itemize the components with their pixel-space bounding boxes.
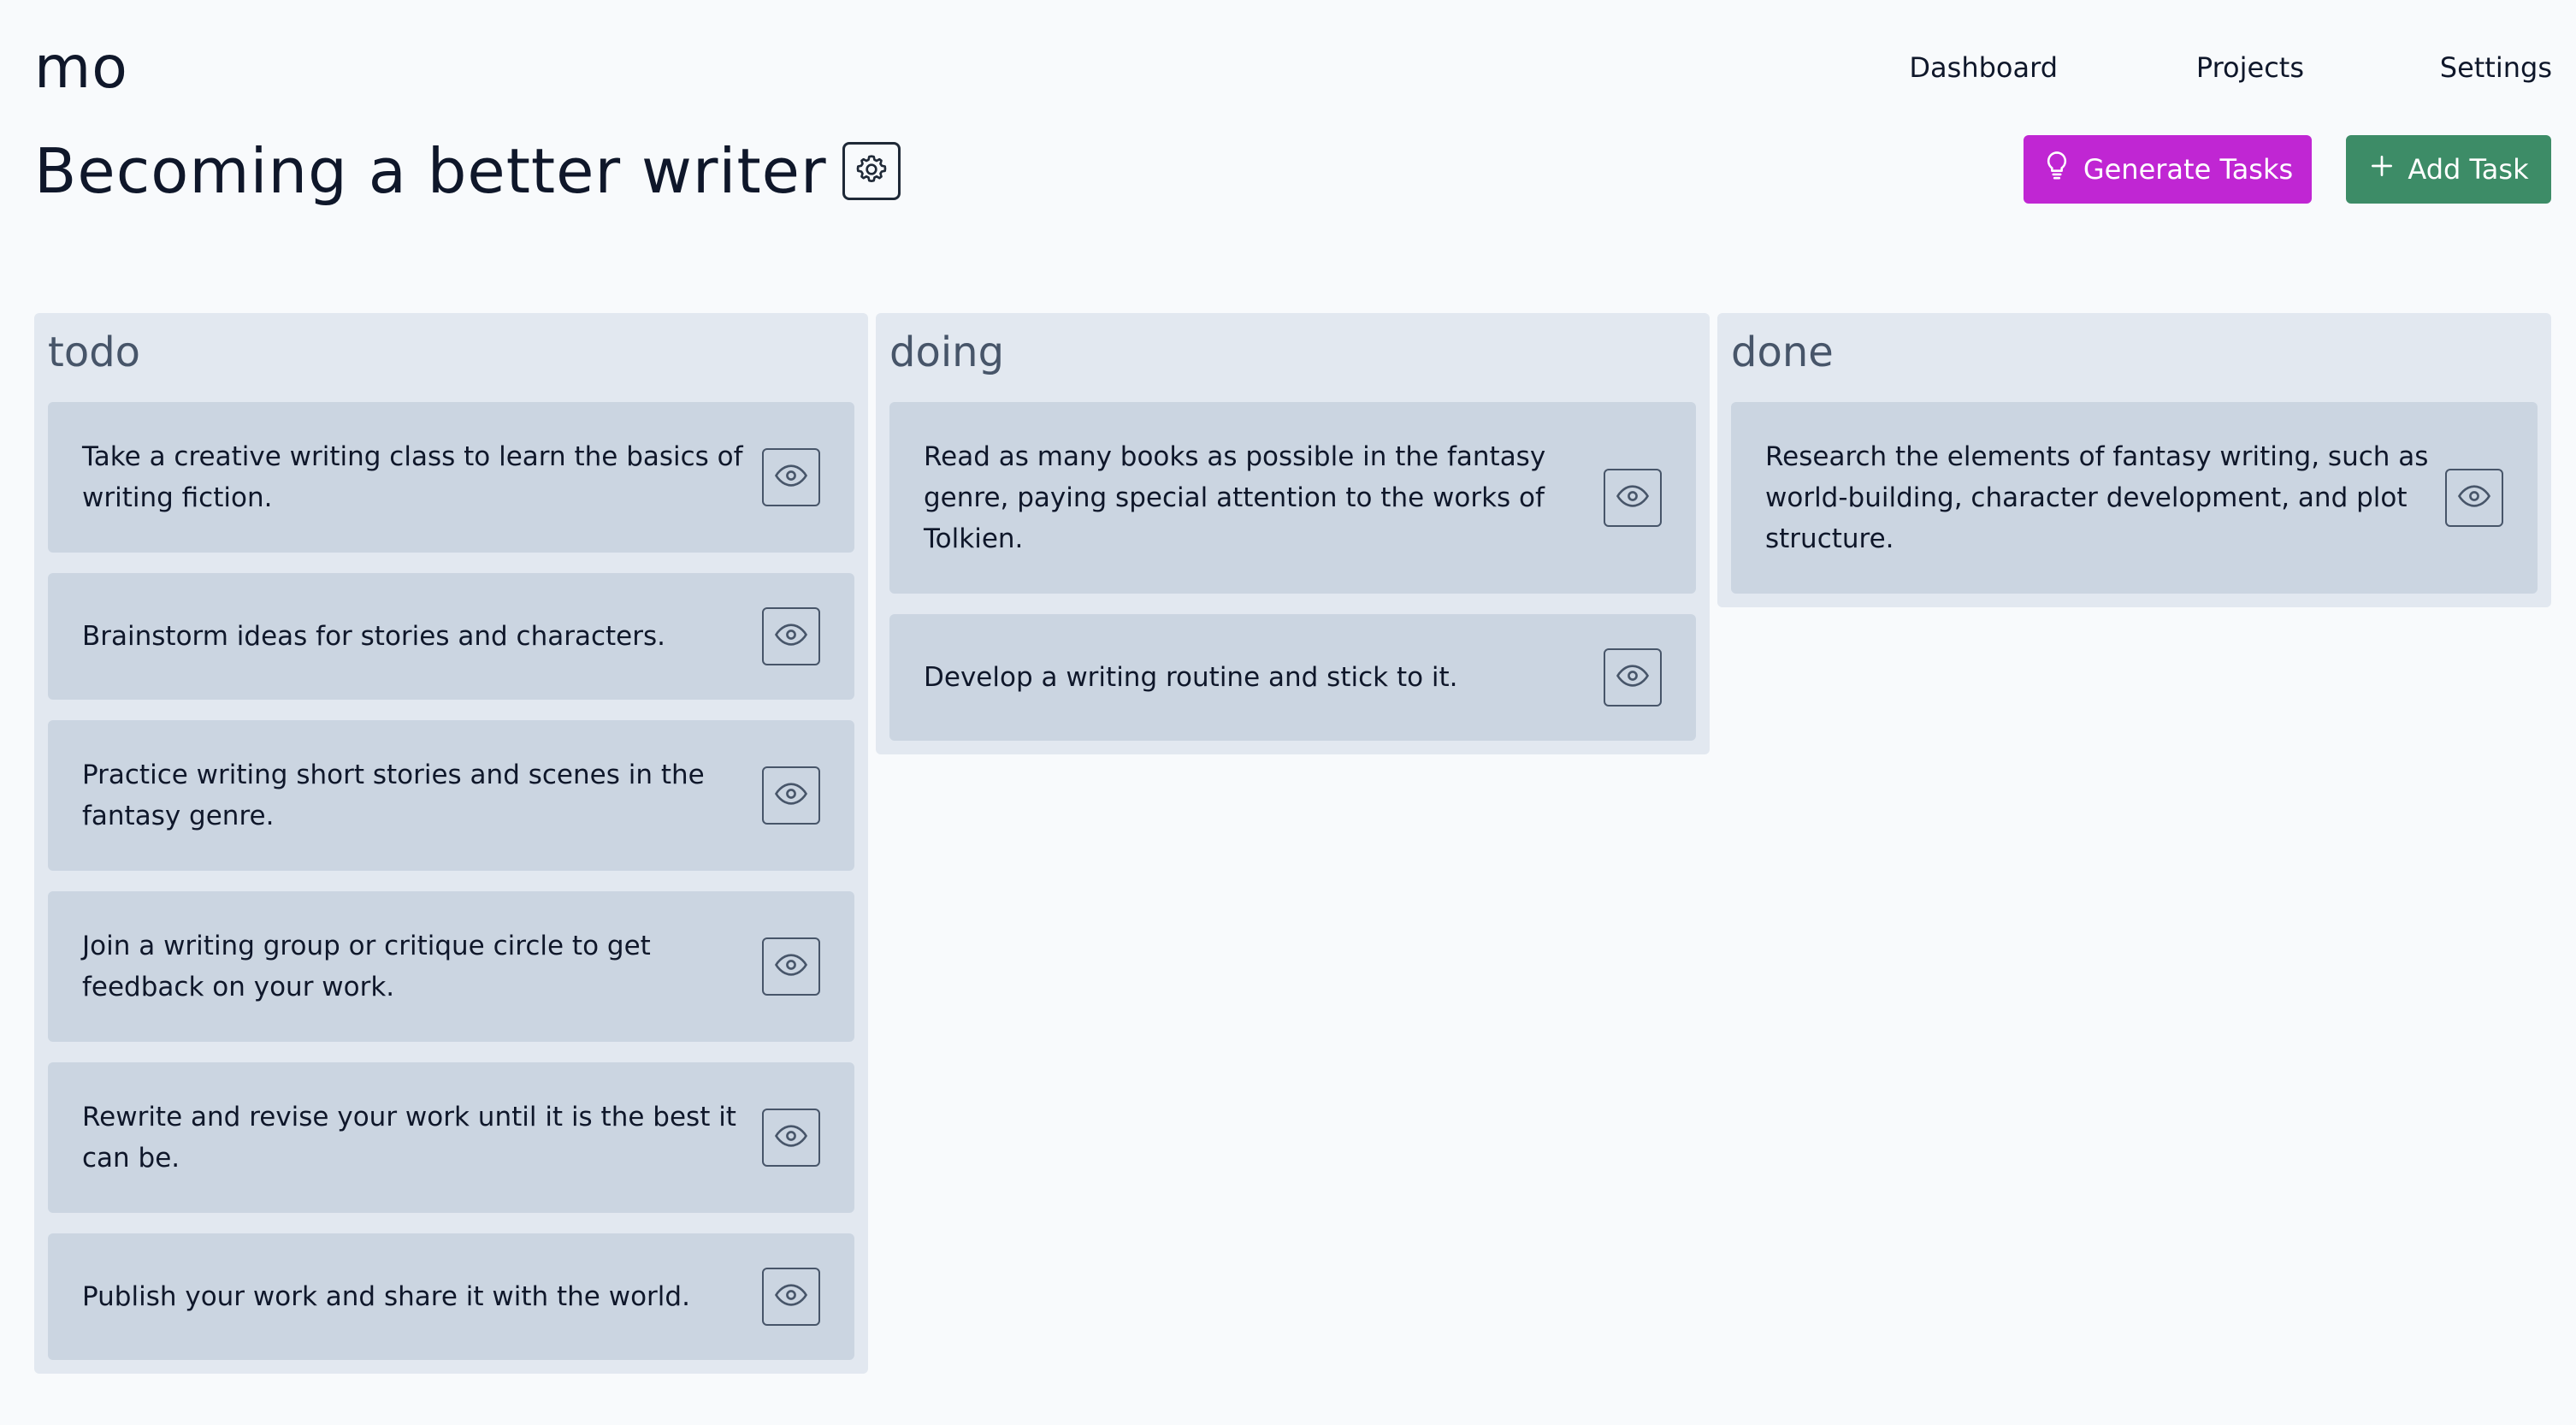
generate-tasks-label: Generate Tasks	[2083, 153, 2294, 186]
task-card[interactable]: Research the elements of fantasy writing…	[1731, 402, 2538, 594]
column-todo: todo Take a creative writing class to le…	[34, 313, 868, 1374]
task-card[interactable]: Rewrite and revise your work until it is…	[48, 1062, 854, 1213]
column-title: todo	[48, 328, 141, 376]
task-text: Take a creative writing class to learn t…	[82, 441, 743, 513]
task-card[interactable]: Take a creative writing class to learn t…	[48, 402, 854, 553]
eye-icon	[773, 776, 809, 815]
task-text: Research the elements of fantasy writing…	[1765, 441, 2429, 554]
column-title: doing	[889, 328, 1005, 376]
view-task-button[interactable]	[762, 937, 820, 996]
nav-projects[interactable]: Projects	[2196, 46, 2304, 89]
column-done: done Research the elements of fantasy wr…	[1717, 313, 2551, 607]
task-text: Publish your work and share it with the …	[82, 1281, 690, 1312]
eye-icon	[773, 947, 809, 986]
view-task-button[interactable]	[2445, 469, 2503, 527]
nav-dashboard[interactable]: Dashboard	[1909, 46, 2058, 89]
column-doing: doing Read as many books as possible in …	[876, 313, 1710, 754]
eye-icon	[1615, 478, 1651, 517]
view-task-button[interactable]	[762, 766, 820, 825]
task-text: Read as many books as possible in the fa…	[924, 441, 1546, 554]
view-task-button[interactable]	[1604, 648, 1662, 707]
task-text: Brainstorm ideas for stories and charact…	[82, 621, 665, 652]
plus-icon	[2368, 152, 2396, 186]
column-title: done	[1731, 328, 1834, 376]
eye-icon	[1615, 658, 1651, 697]
project-settings-button[interactable]	[842, 142, 901, 200]
app-logo[interactable]: mo	[34, 34, 128, 103]
view-task-button[interactable]	[1604, 469, 1662, 527]
gear-icon	[854, 152, 889, 190]
view-task-button[interactable]	[762, 607, 820, 665]
generate-tasks-button[interactable]: Generate Tasks	[2024, 135, 2312, 204]
add-task-label: Add Task	[2408, 153, 2529, 186]
eye-icon	[773, 458, 809, 497]
lightbulb-icon	[2042, 150, 2071, 189]
project-header: Becoming a better writer	[34, 128, 901, 214]
page-title: Becoming a better writer	[34, 135, 827, 207]
eye-icon	[773, 1118, 809, 1157]
add-task-button[interactable]: Add Task	[2346, 135, 2551, 204]
top-bar: mo Dashboard Projects Settings	[0, 0, 2576, 128]
task-text: Join a writing group or critique circle …	[82, 931, 651, 1002]
eye-icon	[2456, 478, 2492, 517]
task-card[interactable]: Read as many books as possible in the fa…	[889, 402, 1696, 594]
view-task-button[interactable]	[762, 448, 820, 506]
nav-settings[interactable]: Settings	[2440, 46, 2552, 89]
task-card[interactable]: Develop a writing routine and stick to i…	[889, 614, 1696, 741]
eye-icon	[773, 1277, 809, 1316]
view-task-button[interactable]	[762, 1268, 820, 1326]
task-card[interactable]: Practice writing short stories and scene…	[48, 720, 854, 871]
task-card[interactable]: Join a writing group or critique circle …	[48, 891, 854, 1042]
task-text: Rewrite and revise your work until it is…	[82, 1102, 736, 1174]
task-card[interactable]: Brainstorm ideas for stories and charact…	[48, 573, 854, 700]
task-card[interactable]: Publish your work and share it with the …	[48, 1233, 854, 1360]
eye-icon	[773, 617, 809, 656]
view-task-button[interactable]	[762, 1109, 820, 1167]
task-text: Practice writing short stories and scene…	[82, 760, 705, 831]
task-text: Develop a writing routine and stick to i…	[924, 662, 1458, 693]
